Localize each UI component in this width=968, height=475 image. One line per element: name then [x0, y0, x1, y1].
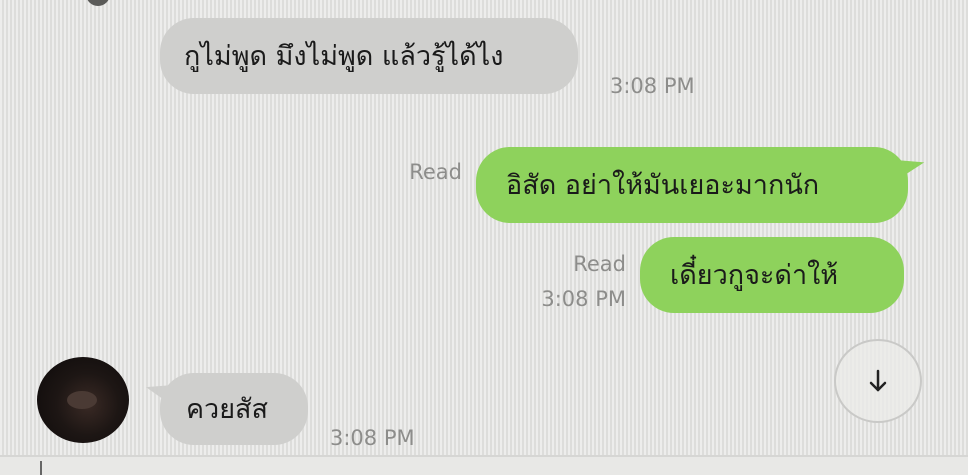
- message-timestamp: 3:08 PM: [541, 287, 626, 311]
- outgoing-message-bubble[interactable]: เดี๋ยวกูจะด่าให้: [640, 237, 904, 313]
- arrow-down-icon: [869, 369, 887, 392]
- contact-avatar[interactable]: [37, 357, 129, 443]
- incoming-message-bubble[interactable]: ควยสัส: [160, 373, 308, 445]
- message-text: อิสัด อย่าให้มันเยอะมากนัก: [506, 169, 820, 201]
- read-receipt: Read: [409, 160, 462, 184]
- message-timestamp: 3:08 PM: [610, 74, 695, 98]
- message-timestamp: 3:08 PM: [330, 426, 415, 450]
- outgoing-message-bubble[interactable]: อิสัด อย่าให้มันเยอะมากนัก: [476, 147, 908, 223]
- incoming-message-bubble[interactable]: กูไม่พูด มึงไม่พูด แล้วรู้ได้ไง: [160, 18, 578, 94]
- avatar[interactable]: [86, 0, 110, 6]
- message-text: กูไม่พูด มึงไม่พูด แล้วรู้ได้ไง: [184, 40, 504, 72]
- text-cursor: [40, 461, 42, 475]
- message-text: เดี๋ยวกูจะด่าให้: [670, 259, 839, 291]
- message-text: ควยสัส: [186, 393, 269, 425]
- avatar-image: [67, 391, 97, 409]
- read-receipt: Read: [573, 252, 626, 276]
- scroll-to-bottom-button[interactable]: [834, 339, 922, 423]
- chat-window: กูไม่พูด มึงไม่พูด แล้วรู้ได้ไง 3:08 PM …: [0, 0, 968, 475]
- message-composer[interactable]: [0, 455, 968, 475]
